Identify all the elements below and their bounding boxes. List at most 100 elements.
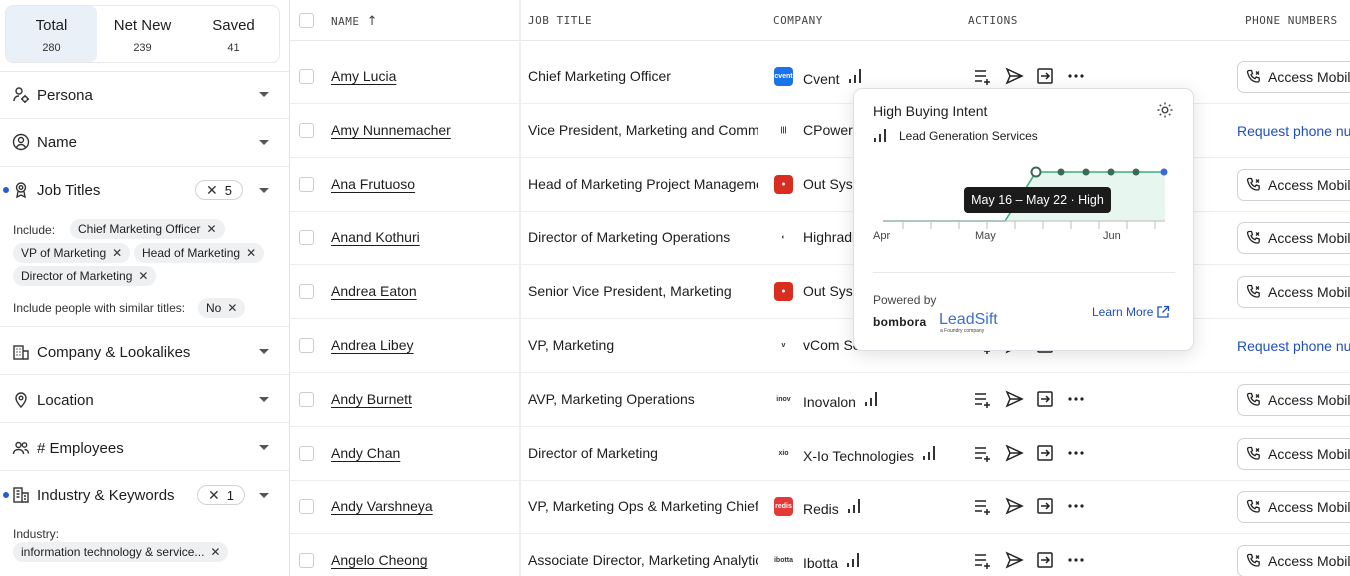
contact-name-link[interactable]: Andy Chan [331,445,400,461]
request-phone-link[interactable]: Request phone number [1237,123,1350,139]
learn-more-link[interactable]: Learn More [1092,305,1153,319]
contact-name-link[interactable]: Amy Nunnemacher [331,122,451,138]
column-header-phone[interactable]: PHONE NUMBERS [1245,14,1338,27]
contact-name-link[interactable]: Amy Lucia [331,68,396,84]
export-icon[interactable] [1035,496,1055,516]
clear-industry-button[interactable]: ✕ 1 [197,485,245,505]
add-to-list-icon[interactable] [973,389,993,409]
filter-industry[interactable]: Industry & Keywords ✕ 1 Industry: inform… [0,470,289,576]
table-row[interactable]: Andy Varshneya VP, Marketing Ops & Marke… [290,480,1350,535]
similar-titles-chip[interactable]: No ✕ [198,298,246,318]
tab-saved[interactable]: Saved 41 [188,6,279,62]
chevron-down-icon[interactable] [259,92,269,97]
access-mobile-button[interactable]: Access Mobile [1237,276,1350,309]
table-row[interactable]: Andy Chan Director of Marketing xio X-Io… [290,427,1350,481]
company-name[interactable]: Inovalon [803,394,856,410]
chevron-down-icon[interactable] [259,140,269,145]
chevron-down-icon[interactable] [259,188,269,193]
more-options-icon[interactable] [1066,550,1086,570]
select-all-checkbox[interactable] [299,13,314,28]
access-mobile-button[interactable]: Access Mobile [1237,383,1350,416]
column-header-job-title[interactable]: JOB TITLE [528,14,592,27]
row-checkbox[interactable] [299,230,314,246]
send-icon[interactable] [1004,496,1024,516]
contact-name-link[interactable]: Andrea Eaton [331,283,417,299]
external-link-icon[interactable] [1156,305,1170,319]
company-name[interactable]: Cvent [803,71,840,87]
chevron-down-icon[interactable] [259,397,269,402]
send-icon[interactable] [1004,443,1024,463]
contact-name-link[interactable]: Anand Kothuri [331,229,420,245]
export-icon[interactable] [1035,550,1055,570]
add-to-list-icon[interactable] [973,550,993,570]
tab-net-new[interactable]: Net New 239 [97,6,188,62]
remove-chip-icon[interactable]: ✕ [138,269,148,283]
intent-signal-icon[interactable] [922,445,938,461]
send-icon[interactable] [1004,66,1024,86]
access-mobile-button[interactable]: Access Mobile [1237,491,1350,524]
access-mobile-button[interactable]: Access Mobile [1237,437,1350,470]
access-mobile-button[interactable]: Access Mobile [1237,222,1350,255]
company-name[interactable]: CPower [803,122,853,138]
filter-persona[interactable]: Persona [0,71,289,118]
remove-chip-icon[interactable]: ✕ [227,301,237,315]
contact-name-link[interactable]: Ana Frutuoso [331,176,415,192]
remove-chip-icon[interactable]: ✕ [210,545,220,559]
intent-signal-icon[interactable] [848,68,864,84]
row-checkbox[interactable] [299,553,314,569]
column-header-company[interactable]: COMPANY [773,14,823,27]
filter-name[interactable]: Name [0,118,289,166]
add-to-list-icon[interactable] [973,66,993,86]
filter-job-titles[interactable]: Job Titles ✕ 5 Include: Chief Marketing … [0,166,289,326]
remove-chip-icon[interactable]: ✕ [246,246,256,260]
row-checkbox[interactable] [299,338,314,353]
send-icon[interactable] [1004,550,1024,570]
intent-signal-icon[interactable] [847,498,863,514]
export-icon[interactable] [1035,66,1055,86]
row-checkbox[interactable] [299,122,314,138]
row-checkbox[interactable] [299,69,314,84]
filter-company[interactable]: Company & Lookalikes [0,326,289,374]
remove-chip-icon[interactable]: ✕ [112,246,122,260]
contact-name-link[interactable]: Andrea Libey [331,337,414,353]
chevron-down-icon[interactable] [259,493,269,498]
company-name[interactable]: Ibotta [803,555,838,571]
more-options-icon[interactable] [1066,66,1086,86]
add-to-list-icon[interactable] [973,443,993,463]
chevron-down-icon[interactable] [259,349,269,354]
remove-chip-icon[interactable]: ✕ [207,222,217,236]
request-phone-link[interactable]: Request phone number [1237,338,1350,354]
contact-name-link[interactable]: Angelo Cheong [331,552,428,568]
filter-location[interactable]: Location [0,374,289,422]
clear-job-titles-button[interactable]: ✕ 5 [195,180,243,200]
column-header-name[interactable]: NAME ↑ [331,14,378,29]
contact-name-link[interactable]: Andy Burnett [331,391,412,407]
company-name[interactable]: Redis [803,501,839,517]
tab-total[interactable]: Total 280 [6,6,97,62]
sort-arrow-icon[interactable]: ↑ [367,14,378,29]
access-mobile-button[interactable]: Access Mobile [1237,545,1350,576]
row-checkbox[interactable] [299,391,314,407]
row-checkbox[interactable] [299,499,314,515]
add-to-list-icon[interactable] [973,496,993,516]
table-row[interactable]: Angelo Cheong Associate Director, Market… [290,534,1350,576]
access-mobile-button[interactable]: Access Mobile [1237,61,1350,93]
more-options-icon[interactable] [1066,389,1086,409]
contact-name-link[interactable]: Andy Varshneya [331,498,433,514]
gear-icon[interactable] [1155,100,1175,120]
intent-signal-icon[interactable] [864,391,880,407]
intent-signal-icon[interactable] [846,552,862,568]
export-icon[interactable] [1035,443,1055,463]
company-name[interactable]: X-Io Technologies [803,448,914,464]
chevron-down-icon[interactable] [259,445,269,450]
send-icon[interactable] [1004,389,1024,409]
export-icon[interactable] [1035,389,1055,409]
row-checkbox[interactable] [299,445,314,461]
filter-employees[interactable]: # Employees [0,422,289,470]
more-options-icon[interactable] [1066,443,1086,463]
table-row[interactable]: Andy Burnett AVP, Marketing Operations i… [290,373,1350,427]
row-checkbox[interactable] [299,176,314,192]
access-mobile-button[interactable]: Access Mobile [1237,168,1350,201]
row-checkbox[interactable] [299,284,314,300]
more-options-icon[interactable] [1066,496,1086,516]
